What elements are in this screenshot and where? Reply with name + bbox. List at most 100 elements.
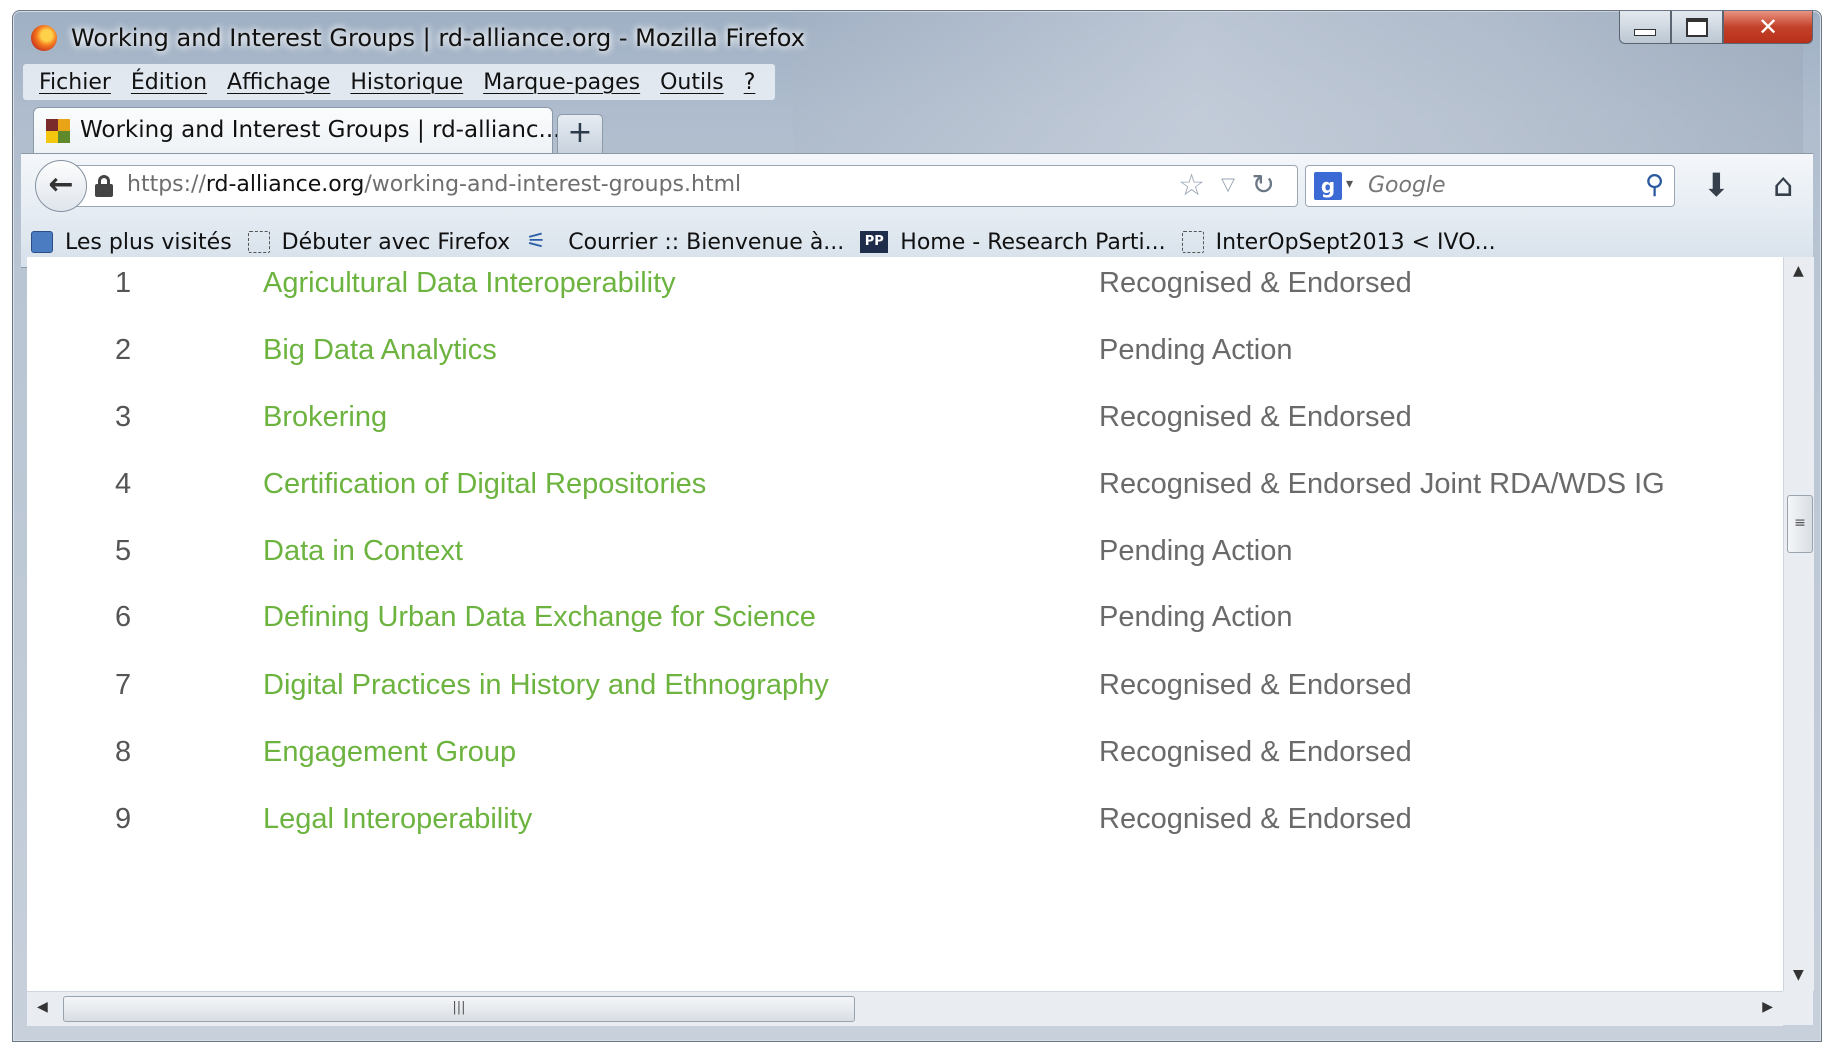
menu-historique[interactable]: Historique: [340, 70, 473, 95]
search-bar[interactable]: g ▾ Google ⚲: [1305, 165, 1675, 207]
bookmark-label: Débuter avec Firefox: [281, 229, 511, 255]
bookmark-label: Les plus visités: [65, 229, 232, 255]
bookmark-research-parti[interactable]: PP Home - Research Parti...: [860, 229, 1166, 255]
maximize-button[interactable]: [1671, 11, 1723, 44]
url-text[interactable]: https://rd-alliance.org/working-and-inte…: [127, 172, 741, 197]
scroll-up-icon[interactable]: ▲: [1793, 263, 1804, 279]
search-engine-dropdown-icon[interactable]: ▾: [1346, 176, 1353, 192]
group-number: 5: [115, 535, 132, 567]
reload-icon[interactable]: ↻: [1252, 168, 1275, 201]
group-number: 2: [115, 334, 132, 366]
url-bar[interactable]: https://rd-alliance.org/working-and-inte…: [75, 165, 1298, 207]
url-prefix: https://: [127, 172, 206, 197]
table-row: 8 Engagement Group Recognised & Endorsed: [27, 736, 1783, 796]
bookmark-interopsept2013[interactable]: InterOpSept2013 < IVO...: [1181, 229, 1496, 255]
firefox-logo-icon: [31, 25, 57, 51]
home-icon[interactable]: ⌂: [1773, 166, 1793, 204]
group-link[interactable]: Defining Urban Data Exchange for Science: [263, 601, 816, 634]
scroll-down-icon[interactable]: ▼: [1793, 967, 1804, 983]
group-link[interactable]: Digital Practices in History and Ethnogr…: [263, 669, 829, 702]
new-tab-button[interactable]: +: [557, 114, 603, 154]
table-row: 9 Legal Interoperability Recognised & En…: [27, 803, 1783, 863]
table-row: 5 Data in Context Pending Action: [27, 535, 1783, 595]
bookmark-label: Home - Research Parti...: [900, 229, 1166, 255]
rda-favicon-icon: [46, 119, 70, 143]
page-icon: [247, 231, 270, 253]
group-link[interactable]: Brokering: [263, 401, 387, 434]
search-input[interactable]: Google: [1368, 173, 1446, 198]
group-status: Recognised & Endorsed: [1099, 736, 1412, 768]
url-dropdown-icon[interactable]: ▽: [1221, 174, 1235, 195]
group-number: 6: [115, 601, 132, 633]
table-row: 3 Brokering Recognised & Endorsed: [27, 401, 1783, 461]
google-icon[interactable]: g: [1314, 172, 1342, 200]
bookmark-getting-started[interactable]: Débuter avec Firefox: [247, 229, 511, 255]
pp-icon: PP: [860, 231, 889, 253]
group-link[interactable]: Agricultural Data Interoperability: [263, 267, 676, 300]
bookmark-label: InterOpSept2013 < IVO...: [1215, 229, 1496, 255]
scroll-left-icon[interactable]: ◀: [37, 999, 48, 1015]
group-status: Recognised & Endorsed Joint RDA/WDS IG: [1099, 468, 1665, 500]
minimize-button[interactable]: [1619, 11, 1671, 44]
bookmark-star-icon[interactable]: ☆: [1178, 168, 1205, 203]
minimize-icon: [1634, 28, 1656, 36]
table-row: 6 Defining Urban Data Exchange for Scien…: [27, 601, 1783, 661]
page-content: 1 Agricultural Data Interoperability Rec…: [27, 257, 1783, 991]
back-button[interactable]: ←: [35, 160, 87, 212]
title-bar[interactable]: Working and Interest Groups | rd-allianc…: [13, 11, 1821, 61]
group-number: 7: [115, 669, 132, 701]
menu-edition[interactable]: Édition: [121, 70, 217, 95]
menu-outils[interactable]: Outils: [650, 70, 734, 95]
menu-marque-pages[interactable]: Marque-pages: [473, 70, 650, 95]
vertical-scrollbar[interactable]: ▲ ≡ ▼: [1783, 257, 1814, 991]
bookmark-courrier[interactable]: ⚟ Courrier :: Bienvenue à...: [526, 230, 844, 255]
back-icon: ←: [48, 167, 74, 202]
most-visited-icon: [31, 231, 53, 253]
horizontal-scrollbar[interactable]: ◀ ||| ▶: [27, 991, 1783, 1026]
menu-fichier[interactable]: Fichier: [29, 70, 121, 95]
scrollbar-corner: [1783, 991, 1813, 1025]
scroll-right-icon[interactable]: ▶: [1762, 999, 1773, 1015]
url-domain: rd-alliance.org: [205, 172, 365, 197]
group-status: Recognised & Endorsed: [1099, 401, 1412, 433]
group-link[interactable]: Big Data Analytics: [263, 334, 497, 367]
group-link[interactable]: Certification of Digital Repositories: [263, 468, 706, 501]
group-link[interactable]: Legal Interoperability: [263, 803, 532, 836]
window-title: Working and Interest Groups | rd-allianc…: [71, 24, 805, 52]
group-number: 8: [115, 736, 132, 768]
group-number: 3: [115, 401, 132, 433]
page-icon: [1181, 231, 1204, 253]
group-status: Recognised & Endorsed: [1099, 669, 1412, 701]
group-number: 4: [115, 468, 132, 500]
bookmark-most-visited[interactable]: Les plus visités: [31, 230, 232, 255]
group-status: Pending Action: [1099, 535, 1293, 567]
group-status: Recognised & Endorsed: [1099, 267, 1412, 299]
horizontal-scroll-thumb[interactable]: |||: [63, 996, 855, 1022]
group-number: 1: [115, 267, 132, 299]
table-row: 1 Agricultural Data Interoperability Rec…: [27, 267, 1783, 327]
navigation-toolbar: https://rd-alliance.org/working-and-inte…: [21, 153, 1813, 218]
lock-icon[interactable]: [95, 175, 113, 197]
close-button[interactable]: ✕: [1723, 11, 1813, 44]
group-link[interactable]: Engagement Group: [263, 736, 516, 769]
group-link[interactable]: Data in Context: [263, 535, 463, 568]
download-icon[interactable]: ⬇: [1703, 166, 1730, 204]
vertical-scroll-thumb[interactable]: ≡: [1787, 495, 1813, 553]
maximize-icon: [1686, 17, 1708, 37]
bookmark-label: Courrier :: Bienvenue à...: [568, 229, 845, 255]
menu-affichage[interactable]: Affichage: [217, 70, 340, 95]
mail-icon: ⚟: [526, 229, 546, 254]
group-status: Pending Action: [1099, 601, 1293, 633]
group-status: Pending Action: [1099, 334, 1293, 366]
url-path: /working-and-interest-groups.html: [364, 172, 742, 197]
menu-help[interactable]: ?: [734, 70, 766, 95]
group-status: Recognised & Endorsed: [1099, 803, 1412, 835]
table-row: 2 Big Data Analytics Pending Action: [27, 334, 1783, 394]
active-tab[interactable]: Working and Interest Groups | rd-allianc…: [33, 107, 560, 154]
tab-label: Working and Interest Groups | rd-allianc…: [80, 117, 561, 143]
window-controls: ✕: [1619, 11, 1813, 45]
table-row: 7 Digital Practices in History and Ethno…: [27, 669, 1783, 729]
search-icon[interactable]: ⚲: [1645, 170, 1664, 200]
table-row: 4 Certification of Digital Repositories …: [27, 468, 1783, 528]
group-number: 9: [115, 803, 132, 835]
